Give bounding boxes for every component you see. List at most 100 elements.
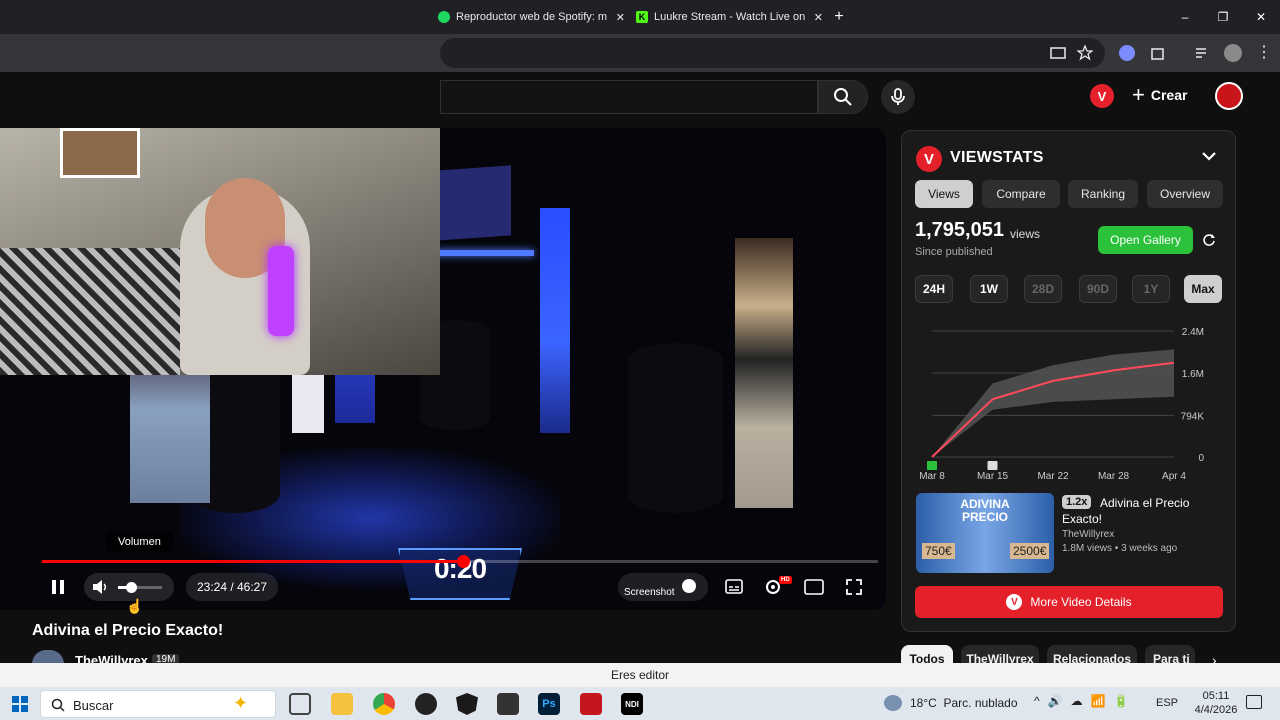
volume-slider[interactable]: [118, 582, 162, 593]
obs-icon[interactable]: [415, 693, 437, 715]
browser-toolbar: ⋮: [0, 34, 1280, 72]
tab-views[interactable]: Views: [915, 180, 973, 208]
clock-time[interactable]: 05:11: [1196, 690, 1236, 702]
video-player[interactable]: Volumen: [0, 128, 886, 610]
media-control-icon[interactable]: [1194, 45, 1210, 61]
more-video-details-button[interactable]: V More Video Details: [915, 586, 1223, 618]
profile-avatar[interactable]: [1224, 44, 1242, 62]
zebra-blanket: [0, 248, 180, 375]
autoplay-toggle-icon[interactable]: [682, 579, 696, 593]
search-button[interactable]: [818, 80, 868, 114]
views-since: Since published: [915, 246, 993, 258]
fullscreen-icon[interactable]: [846, 579, 862, 595]
search-icon: [834, 88, 852, 106]
progress-bar[interactable]: [42, 555, 878, 568]
editor-notice: Eres editor: [0, 663, 1280, 687]
related-video-thumbnail[interactable]: ADIVINA PRECIO 750€ 2500€: [916, 493, 1054, 573]
x-tick-label: Mar 22: [1037, 471, 1069, 482]
notifications-icon[interactable]: [1246, 695, 1262, 709]
subtitles-icon[interactable]: [725, 579, 743, 595]
related-video-title[interactable]: Adivina el Precio Exacto!: [1062, 495, 1222, 527]
views-count: 1,795,051: [915, 219, 1004, 241]
search-input[interactable]: [440, 80, 818, 114]
range-28d[interactable]: 28D: [1024, 275, 1062, 303]
extension-icon[interactable]: [1119, 45, 1135, 61]
minimize-button[interactable]: –: [1176, 8, 1194, 26]
weather-text[interactable]: 18°C Parc. nublado: [910, 696, 1018, 710]
x-tick-label: Mar 28: [1098, 471, 1130, 482]
progress-played: [42, 560, 463, 563]
close-tab-icon[interactable]: ✕: [814, 11, 823, 24]
set-curtain: [540, 208, 570, 433]
search-icon: [51, 698, 65, 712]
browser-menu-icon[interactable]: ⋮: [1256, 42, 1272, 62]
refresh-icon[interactable]: [1202, 233, 1216, 247]
tab-kick-label: Luukre Stream - Watch Live on: [654, 11, 806, 23]
theater-mode-icon[interactable]: [804, 579, 824, 595]
file-explorer-icon[interactable]: [331, 693, 353, 715]
browser-tab-bar: Reproductor web de Spotify: m ✕ K Luukre…: [0, 0, 1280, 34]
range-max[interactable]: Max: [1184, 275, 1222, 303]
volume-control[interactable]: [84, 573, 174, 601]
clock-date[interactable]: 4/4/2026: [1188, 704, 1244, 716]
shield-app-icon[interactable]: [456, 693, 478, 715]
ndi-icon[interactable]: NDI: [621, 693, 643, 715]
chevron-down-icon[interactable]: [1202, 151, 1216, 161]
edit-marker: [987, 461, 998, 470]
address-bar[interactable]: [440, 38, 1105, 68]
system-tray-icons[interactable]: ^🔊☁📶🔋: [1034, 694, 1136, 708]
taskbar-search[interactable]: Buscar ✦: [40, 690, 276, 718]
range-1y[interactable]: 1Y: [1132, 275, 1170, 303]
tab-ranking[interactable]: Ranking: [1068, 180, 1138, 208]
close-window-button[interactable]: ✕: [1252, 8, 1270, 26]
open-gallery-button[interactable]: Open Gallery: [1098, 226, 1193, 254]
davinci-icon[interactable]: [497, 693, 519, 715]
maximize-button[interactable]: ❐: [1214, 8, 1232, 26]
viewstats-logo: V: [916, 146, 942, 172]
wall-painting: [60, 128, 140, 178]
range-24h[interactable]: 24H: [915, 275, 953, 303]
tab-overview[interactable]: Overview: [1147, 180, 1223, 208]
windows-start-icon[interactable]: [12, 696, 28, 712]
y-tick-label: 0: [1198, 453, 1204, 464]
related-meta: 1.8M views • 3 weeks ago: [1062, 543, 1178, 554]
hd-badge: HD: [779, 576, 792, 584]
thumb-price: 2500€: [1010, 543, 1050, 559]
task-view-icon[interactable]: [289, 693, 311, 715]
chrome-icon[interactable]: [373, 693, 395, 715]
pause-icon[interactable]: [50, 579, 66, 595]
extensions-puzzle-icon[interactable]: [1150, 45, 1166, 61]
x-tick-label: Mar 15: [977, 471, 1009, 482]
bookmark-star-icon[interactable]: [1077, 45, 1093, 61]
install-app-icon[interactable]: [1050, 45, 1066, 61]
youtube-header: V + Crear: [0, 72, 1280, 122]
create-button[interactable]: + Crear: [1132, 82, 1187, 107]
range-90d[interactable]: 90D: [1079, 275, 1117, 303]
voice-search-button[interactable]: [881, 80, 915, 114]
tab-kick[interactable]: K Luukre Stream - Watch Live on ✕: [636, 6, 823, 28]
photoshop-icon[interactable]: Ps: [538, 693, 560, 715]
x-tick-label: Mar 8: [919, 471, 945, 482]
start-marker: [927, 461, 937, 470]
tab-compare[interactable]: Compare: [982, 180, 1060, 208]
screenshot-control[interactable]: Screenshot: [618, 573, 708, 601]
flash-app-icon[interactable]: [580, 693, 602, 715]
account-avatar[interactable]: [1215, 82, 1243, 110]
input-language[interactable]: ESP: [1156, 697, 1178, 709]
plus-icon: +: [1132, 82, 1145, 107]
volume-icon[interactable]: [92, 579, 110, 595]
thumb-text: ADIVINA: [960, 497, 1010, 511]
spotify-icon: [438, 11, 450, 23]
new-tab-button[interactable]: +: [830, 8, 848, 26]
range-1w[interactable]: 1W: [970, 275, 1008, 303]
channel-avatar[interactable]: [32, 650, 64, 664]
viewstats-extension-icon[interactable]: V: [1090, 84, 1114, 108]
close-tab-icon[interactable]: ✕: [616, 11, 625, 24]
progress-scrubber[interactable]: [456, 555, 470, 568]
thumb-price: 750€: [922, 543, 955, 559]
mouse-cursor: ☝: [126, 598, 144, 614]
tab-spotify[interactable]: Reproductor web de Spotify: m ✕: [438, 6, 625, 28]
time-display: 23:24 / 46:27: [186, 573, 278, 601]
tab-spotify-label: Reproductor web de Spotify: m: [456, 11, 608, 23]
volume-knob[interactable]: [126, 582, 138, 593]
